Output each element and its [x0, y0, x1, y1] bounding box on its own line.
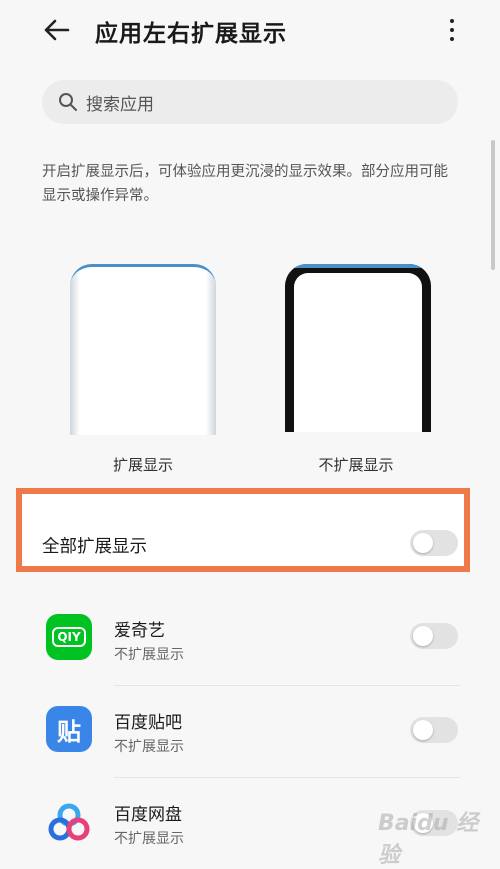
non-extended-display-preview: [285, 264, 431, 432]
iqiyi-extend-toggle[interactable]: [410, 623, 458, 649]
all-extend-label: 全部扩展显示: [42, 537, 147, 557]
baidu-netdisk-logo-icon: [46, 800, 92, 846]
arrow-left-icon: [44, 19, 70, 41]
app-status-iqiyi: 不扩展显示: [114, 647, 184, 663]
app-name-netdisk: 百度网盘: [114, 805, 182, 825]
more-vertical-icon: [450, 19, 454, 23]
highlight-box: [16, 488, 470, 572]
search-input[interactable]: 搜索应用: [42, 80, 458, 124]
app-status-tieba: 不扩展显示: [114, 739, 184, 755]
app-name-tieba: 百度贴吧: [114, 713, 182, 733]
tieba-extend-toggle[interactable]: [410, 717, 458, 743]
search-placeholder: 搜索应用: [86, 94, 154, 115]
iqiyi-logo-icon: QIY: [46, 614, 92, 660]
divider: [114, 777, 460, 778]
watermark: Baidu 经验: [378, 811, 479, 868]
divider: [114, 685, 460, 686]
scrollbar[interactable]: [491, 140, 495, 270]
search-icon: [59, 93, 77, 111]
app-status-netdisk: 不扩展显示: [114, 831, 184, 847]
extended-display-preview: [70, 264, 216, 435]
all-extend-toggle[interactable]: [410, 530, 458, 556]
non-extended-display-caption: 不扩展显示: [318, 456, 394, 474]
page-title: 应用左右扩展显示: [95, 21, 287, 47]
more-options-button[interactable]: [440, 12, 464, 48]
tieba-logo-icon: 贴: [46, 706, 92, 752]
description-text: 开启扩展显示后，可体验应用更沉浸的显示效果。部分应用可能显示或操作异常。: [42, 164, 448, 204]
app-name-iqiyi: 爱奇艺: [114, 621, 165, 641]
back-button[interactable]: [36, 12, 76, 48]
extended-display-caption: 扩展显示: [112, 456, 173, 474]
